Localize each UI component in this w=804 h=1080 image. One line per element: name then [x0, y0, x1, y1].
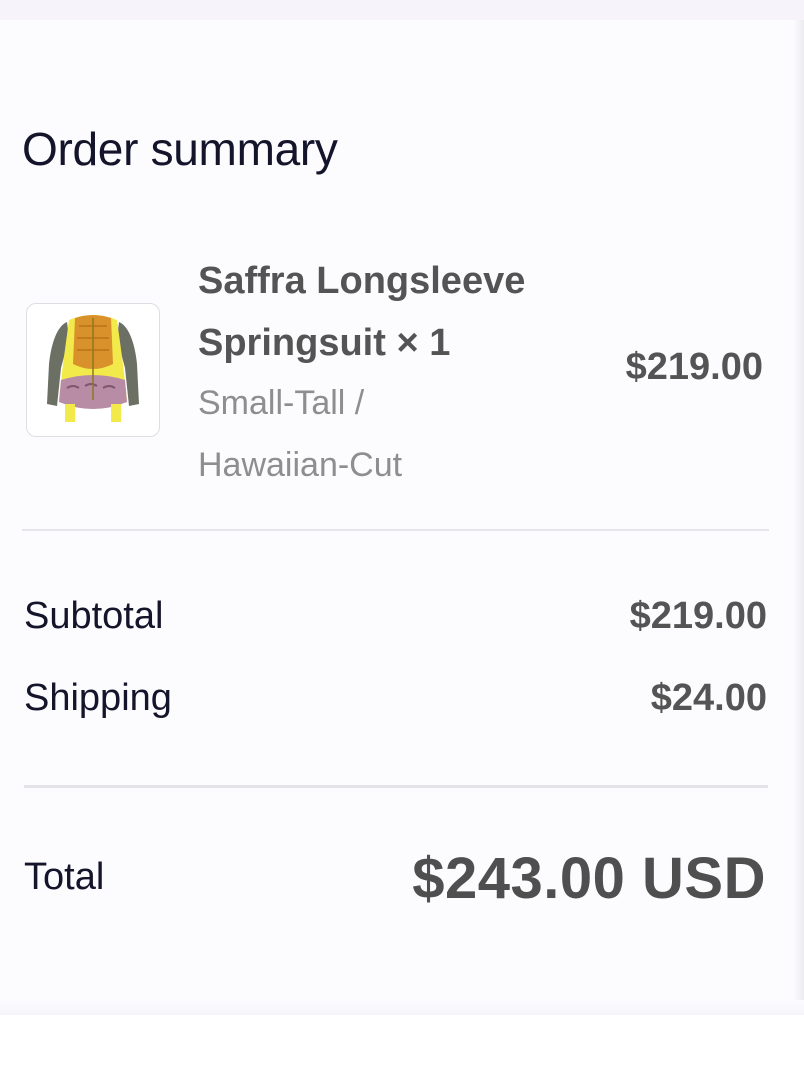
- top-strip: [0, 0, 804, 20]
- divider: [22, 529, 769, 531]
- product-thumbnail: [26, 303, 160, 437]
- panel-edge: [794, 20, 804, 1020]
- divider: [24, 785, 768, 788]
- product-variant: Small-Tall / Hawaiian-Cut: [198, 384, 403, 484]
- product-price: $219.00: [625, 346, 763, 388]
- total-value: $243.00 USD: [412, 846, 766, 911]
- subtotal-value: $219.00: [629, 595, 767, 637]
- total-label: Total: [24, 856, 105, 898]
- shipping-value: $24.00: [650, 677, 767, 719]
- order-summary-title: Order summary: [22, 123, 338, 175]
- shipping-label: Shipping: [24, 677, 172, 719]
- springsuit-image: [47, 315, 139, 422]
- page-bottom-area: [0, 1015, 804, 1080]
- product-name: Saffra Longsleeve Springsuit × 1: [198, 260, 526, 364]
- subtotal-label: Subtotal: [24, 595, 164, 637]
